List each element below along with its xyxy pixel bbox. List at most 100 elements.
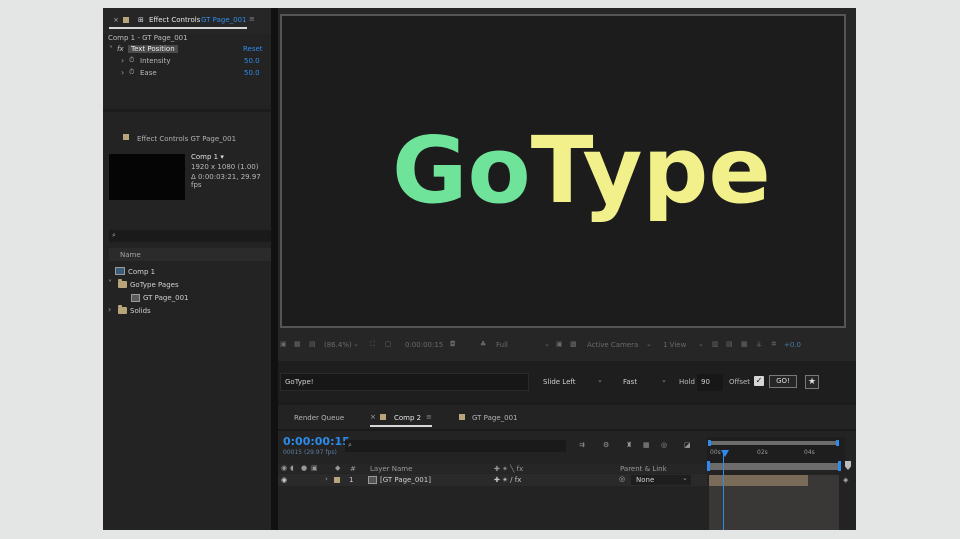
exposure-value[interactable]: +0.0	[784, 341, 801, 349]
column-layer-name-header[interactable]: Layer Name	[370, 465, 412, 473]
project-header-title[interactable]: Effect Controls GT Page_001	[137, 135, 236, 143]
comp-thumbnail	[109, 154, 185, 200]
project-panel: Effect Controls GT Page_001 Comp 1 ▾ 192…	[103, 112, 271, 530]
viewer-timecode[interactable]: 0:00:00:15	[405, 341, 443, 349]
hold-input[interactable]: 90	[697, 374, 723, 391]
effect-controls-panel: × ⊞ Effect Controls GT Page_001 ≡ Comp 1…	[103, 8, 271, 109]
intensity-expand-chevron[interactable]: ›	[121, 57, 124, 65]
offset-checkbox[interactable]: ✓	[754, 376, 764, 386]
ease-expand-chevron[interactable]: ›	[121, 69, 124, 77]
toggle-pixel-icon[interactable]: ▥	[712, 340, 719, 348]
preview-comp-name[interactable]: Comp 1 ▾	[191, 153, 224, 161]
views-select[interactable]: 1 View	[663, 341, 686, 349]
property-value-ease[interactable]: 50.0	[244, 69, 260, 77]
project-item-gt-page-001[interactable]: GT Page_001	[143, 294, 188, 302]
camera-select[interactable]: Active Camera	[587, 341, 638, 349]
effect-controls-tab-layer[interactable]: GT Page_001	[201, 16, 246, 24]
folder-icon	[118, 305, 127, 314]
keyframe-nav-icon[interactable]: ◈	[843, 476, 848, 484]
time-ruler[interactable]: 00s 02s 04s	[707, 437, 845, 465]
work-area-strip[interactable]	[709, 463, 841, 470]
stopwatch-icon[interactable]: ⏱	[129, 68, 134, 77]
fx-toggle-icon[interactable]: fx	[117, 45, 124, 53]
layer-label-color[interactable]	[334, 477, 340, 483]
region-icon[interactable]: ▣	[556, 340, 563, 348]
go-button[interactable]: GO!	[769, 375, 797, 388]
fast-preview-icon[interactable]: ▤	[726, 340, 733, 348]
comp-mini-flowchart-icon[interactable]: ⇉	[579, 441, 585, 449]
resolution-icon[interactable]: ▦	[294, 340, 301, 348]
pick-whip-icon[interactable]: ◎	[619, 475, 625, 483]
current-time-display[interactable]: 0:00:00:15	[283, 435, 350, 448]
property-value-intensity[interactable]: 50.0	[244, 57, 260, 65]
grid-icon[interactable]: ▤	[309, 340, 316, 348]
tab-render-queue[interactable]: Render Queue	[294, 414, 344, 422]
footage-icon	[131, 294, 140, 302]
color-icon[interactable]: ♣	[480, 340, 486, 348]
audio-icon[interactable]: ◖	[290, 464, 294, 472]
lock-icon[interactable]: ▣	[311, 464, 318, 472]
panel-menu-icon[interactable]: ≡	[426, 413, 432, 421]
label-tag-icon[interactable]: ◆	[335, 464, 340, 472]
draft-3d-icon[interactable]: ⚙	[603, 441, 609, 449]
timeline-search-field[interactable]: ⌕	[345, 440, 566, 452]
effect-controls-tab-title[interactable]: Effect Controls	[149, 16, 200, 24]
panel-menu-icon[interactable]: ≡	[249, 15, 255, 23]
project-item-solids[interactable]: Solids	[130, 307, 151, 315]
column-name-header[interactable]: Name	[120, 251, 141, 259]
chevron-down-icon[interactable]: ⌄	[698, 340, 704, 348]
comp-tab-icon	[459, 414, 465, 420]
parent-select[interactable]: None ⌄	[631, 474, 691, 485]
solo-icon[interactable]: ●	[301, 464, 307, 472]
folder-icon	[118, 279, 127, 288]
folder-expand-chevron[interactable]: ›	[108, 306, 111, 314]
layer-expand-chevron[interactable]: ›	[325, 475, 328, 483]
graph-editor-icon[interactable]: ◪	[684, 441, 691, 449]
tab-gt-page-001[interactable]: GT Page_001	[472, 414, 517, 422]
transparency-icon[interactable]: ▩	[570, 340, 577, 348]
reset-exposure-icon[interactable]: ✲	[771, 340, 777, 348]
gotype-text-input[interactable]: GoType!	[280, 373, 529, 391]
monitor-icon[interactable]: ▣	[280, 340, 287, 348]
tab-comp-2[interactable]: Comp 2	[394, 414, 421, 422]
column-parent-header[interactable]: Parent & Link	[620, 465, 667, 473]
effect-name-label[interactable]: Text Position	[128, 45, 178, 53]
composition-canvas[interactable]: GoType	[280, 14, 846, 328]
video-eye-icon[interactable]: ◉	[281, 464, 287, 472]
close-tab-icon[interactable]: ×	[113, 16, 119, 24]
layer-visibility-eye-icon[interactable]: ◉	[281, 476, 287, 484]
project-tab-icon	[123, 134, 129, 140]
motion-blur-icon[interactable]: ◎	[661, 441, 667, 449]
speed-select[interactable]: Fast ⌄	[619, 374, 672, 391]
panel-divider[interactable]	[271, 8, 278, 530]
project-search-field[interactable]: ⌕	[109, 230, 271, 242]
chevron-down-icon: ⌄	[661, 376, 667, 384]
folder-expand-chevron[interactable]: ˅	[108, 280, 112, 288]
zoom-level[interactable]: (86.4%)	[324, 341, 352, 349]
resolution-select[interactable]: Full	[496, 341, 508, 349]
stopwatch-icon[interactable]: ⏱	[129, 56, 134, 65]
chevron-down-icon[interactable]: ⌄	[646, 340, 652, 348]
timeline-icon[interactable]: ▦	[741, 340, 748, 348]
logo-part-go: Go	[392, 117, 531, 224]
project-item-comp-1[interactable]: Comp 1	[128, 268, 155, 276]
fit-icon[interactable]: ⛶	[370, 340, 375, 349]
chevron-down-icon[interactable]: ⌄	[544, 340, 550, 348]
frame-blending-icon[interactable]: ▦	[643, 441, 650, 449]
shy-layers-icon[interactable]: ♜	[626, 441, 632, 449]
camera-snapshot-icon[interactable]: ◘	[450, 340, 456, 348]
comp-marker-bin[interactable]	[845, 461, 851, 470]
effect-reset-link[interactable]: Reset	[243, 45, 263, 53]
favorite-star-button[interactable]: ★	[805, 375, 819, 389]
chevron-down-icon[interactable]: ⌄	[353, 340, 359, 348]
layer-name[interactable]: [GT Page_001]	[380, 476, 431, 484]
layer-switches[interactable]: ✚ ✴ / fx	[494, 476, 521, 484]
close-tab-icon[interactable]: ×	[370, 413, 376, 421]
effect-expand-chevron[interactable]: ˅	[109, 46, 113, 54]
work-area-bar[interactable]	[710, 441, 838, 445]
flowchart-icon[interactable]: ⚶	[756, 340, 762, 348]
project-item-gotype-pages[interactable]: GoType Pages	[130, 281, 179, 289]
animation-select[interactable]: Slide Left ⌄	[539, 374, 608, 391]
layer-row[interactable]: ◉ › 1 [GT Page_001] ✚ ✴ / fx ◎ None ⌄	[278, 474, 707, 486]
guides-icon[interactable]: ▢	[385, 340, 392, 348]
